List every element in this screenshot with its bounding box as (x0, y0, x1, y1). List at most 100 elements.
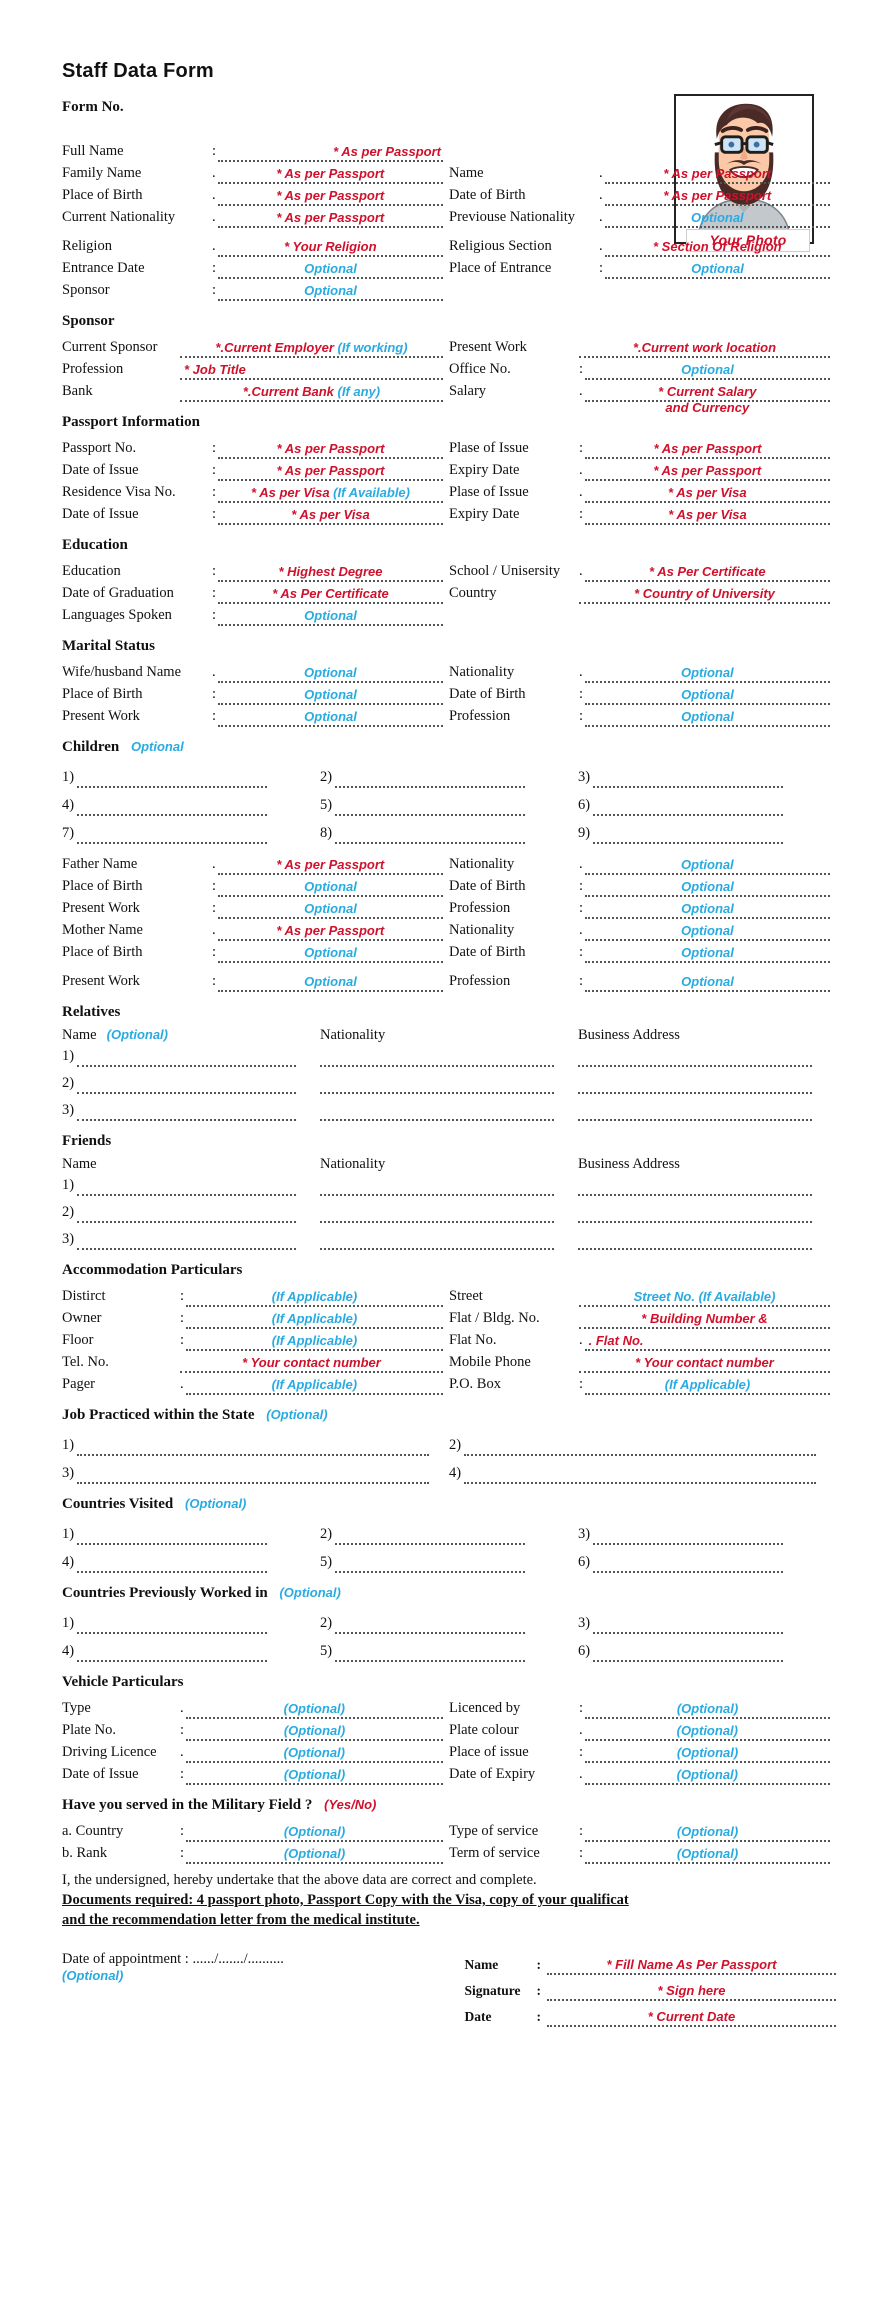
list-item[interactable]: 7) (62, 825, 320, 844)
input-bank[interactable]: *.Current Bank (If any) (180, 383, 443, 402)
friend-name-input-1[interactable] (77, 1182, 296, 1196)
field-spouse-profession[interactable]: Profession : Optional (449, 708, 836, 727)
input-sponsor[interactable]: Optional (218, 282, 443, 301)
list-item[interactable]: 4) (62, 1643, 320, 1662)
list-item[interactable]: 2) (320, 1615, 578, 1634)
list-item[interactable]: 4) (62, 1554, 320, 1573)
list-item[interactable] (319, 1182, 578, 1196)
field-country[interactable]: Country * Country of University (449, 585, 836, 604)
field-type-of-service[interactable]: Type of service : (Optional) (449, 1823, 836, 1842)
field-signature[interactable]: Signature : * Sign here (464, 1977, 836, 2001)
input-expiry-date-2[interactable]: * As per Visa (585, 506, 830, 525)
list-item[interactable]: 1) (62, 1048, 320, 1067)
field-father-name[interactable]: Father Name . * As per Passport (62, 856, 449, 875)
field-street[interactable]: Street Street No. (If Available) (449, 1288, 836, 1307)
list-item[interactable]: 3) (578, 1615, 836, 1634)
input-spouse-profession[interactable]: Optional (585, 708, 830, 727)
field-spouse-name[interactable]: Wife/husband Name . Optional (62, 664, 449, 683)
field-mother-date-of-birth[interactable]: Date of Birth : Optional (449, 944, 836, 963)
field-mother-place-of-birth[interactable]: Place of Birth : Optional (62, 944, 449, 963)
input-office-no[interactable]: Optional (585, 361, 830, 380)
input-mobile-phone[interactable]: * Your contact number (579, 1354, 830, 1373)
list-item[interactable] (319, 1080, 578, 1094)
field-mother-present-work[interactable]: Present Work : Optional (62, 973, 449, 992)
friend-address-input-1[interactable] (577, 1182, 812, 1196)
list-item[interactable]: 2) (320, 769, 578, 788)
field-bank[interactable]: Bank *.Current Bank (If any) (62, 383, 449, 402)
field-father-nationality[interactable]: Nationality . Optional (449, 856, 836, 875)
input-vehicle-type[interactable]: (Optional) (185, 1700, 443, 1719)
friend-nationality-input-1[interactable] (319, 1182, 554, 1196)
field-date-of-issue-2[interactable]: Date of Issue : * As per Visa (62, 506, 449, 525)
field-owner[interactable]: Owner : (If Applicable) (62, 1310, 449, 1329)
input-plate-no[interactable]: (Optional) (186, 1722, 443, 1741)
field-current-sponsor[interactable]: Current Sponsor *.Current Employer (If w… (62, 339, 449, 358)
field-spouse-nationality[interactable]: Nationality . Optional (449, 664, 836, 683)
job-input-4[interactable] (464, 1470, 816, 1484)
list-item[interactable]: 3) (62, 1102, 320, 1121)
field-present-work[interactable]: Present Work *.Current work location (449, 339, 836, 358)
friend-nationality-input-2[interactable] (319, 1209, 554, 1223)
field-licenced-by[interactable]: Licenced by : (Optional) (449, 1700, 836, 1719)
input-family-name[interactable]: * As per Passport (217, 165, 443, 184)
field-office-no[interactable]: Office No. : Optional (449, 361, 836, 380)
list-item[interactable]: 1) (62, 1437, 449, 1456)
list-item[interactable] (577, 1236, 836, 1250)
country-worked-input-2[interactable] (335, 1620, 526, 1634)
input-full-name[interactable]: * As per Passport (218, 143, 443, 162)
field-father-date-of-birth[interactable]: Date of Birth : Optional (449, 878, 836, 897)
relative-nationality-input-3[interactable] (319, 1107, 554, 1121)
field-father-profession[interactable]: Profession : Optional (449, 900, 836, 919)
input-education[interactable]: * Highest Degree (218, 563, 443, 582)
input-religious-section[interactable]: * Section Of Religion (604, 238, 830, 257)
job-input-1[interactable] (77, 1442, 429, 1456)
list-item[interactable] (577, 1080, 836, 1094)
field-name[interactable]: Name . * As per Passport (449, 165, 836, 184)
relative-name-input-3[interactable] (77, 1107, 296, 1121)
relative-nationality-input-1[interactable] (319, 1053, 554, 1067)
field-pager[interactable]: Pager . (If Applicable) (62, 1376, 449, 1395)
input-licenced-by[interactable]: (Optional) (585, 1700, 830, 1719)
relative-name-input-2[interactable] (77, 1080, 296, 1094)
input-country[interactable]: * Country of University (579, 585, 830, 604)
input-term-of-service[interactable]: (Optional) (585, 1845, 830, 1864)
input-spouse-place-of-birth[interactable]: Optional (218, 686, 443, 705)
list-item[interactable]: 1) (62, 769, 320, 788)
list-item[interactable] (319, 1107, 578, 1121)
input-spouse-present-work[interactable]: Optional (218, 708, 443, 727)
child-input-8[interactable] (335, 830, 526, 844)
child-input-6[interactable] (593, 802, 784, 816)
field-languages-spoken[interactable]: Languages Spoken : Optional (62, 607, 449, 626)
input-religion[interactable]: * Your Religion (217, 238, 443, 257)
input-place-of-issue-vehicle[interactable]: (Optional) (585, 1744, 830, 1763)
child-input-1[interactable] (77, 774, 268, 788)
input-po-box[interactable]: (If Applicable) (585, 1376, 830, 1395)
country-visited-input-4[interactable] (77, 1559, 268, 1573)
input-father-date-of-birth[interactable]: Optional (585, 878, 830, 897)
field-father-present-work[interactable]: Present Work : Optional (62, 900, 449, 919)
input-floor[interactable]: (If Applicable) (186, 1332, 443, 1351)
input-mother-profession[interactable]: Optional (585, 973, 830, 992)
field-plate-colour[interactable]: Plate colour . (Optional) (449, 1722, 836, 1741)
input-current-sponsor[interactable]: *.Current Employer (If working) (180, 339, 443, 358)
input-plate-colour[interactable]: (Optional) (584, 1722, 830, 1741)
field-date-of-expiry[interactable]: Date of Expiry . (Optional) (449, 1766, 836, 1785)
list-item[interactable]: 5) (320, 1643, 578, 1662)
field-current-nationality[interactable]: Current Nationality . * As per Passport (62, 209, 449, 228)
field-father-place-of-birth[interactable]: Place of Birth : Optional (62, 878, 449, 897)
field-place-of-birth[interactable]: Place of Birth . * As per Passport (62, 187, 449, 206)
field-place-of-issue-1[interactable]: Plase of Issue : * As per Passport (449, 440, 836, 459)
input-flat-bldg-no[interactable]: * Building Number & (579, 1310, 830, 1329)
field-mother-nationality[interactable]: Nationality . Optional (449, 922, 836, 941)
child-input-3[interactable] (593, 774, 784, 788)
input-mother-nationality[interactable]: Optional (584, 922, 830, 941)
country-worked-input-6[interactable] (593, 1648, 784, 1662)
field-religion[interactable]: Religion . * Your Religion (62, 238, 449, 257)
job-input-3[interactable] (77, 1470, 429, 1484)
friend-name-input-3[interactable] (77, 1236, 296, 1250)
child-input-5[interactable] (335, 802, 526, 816)
country-worked-input-1[interactable] (77, 1620, 268, 1634)
list-item[interactable]: 3) (62, 1231, 320, 1250)
country-visited-input-2[interactable] (335, 1531, 526, 1545)
input-place-of-issue-1[interactable]: * As per Passport (585, 440, 830, 459)
